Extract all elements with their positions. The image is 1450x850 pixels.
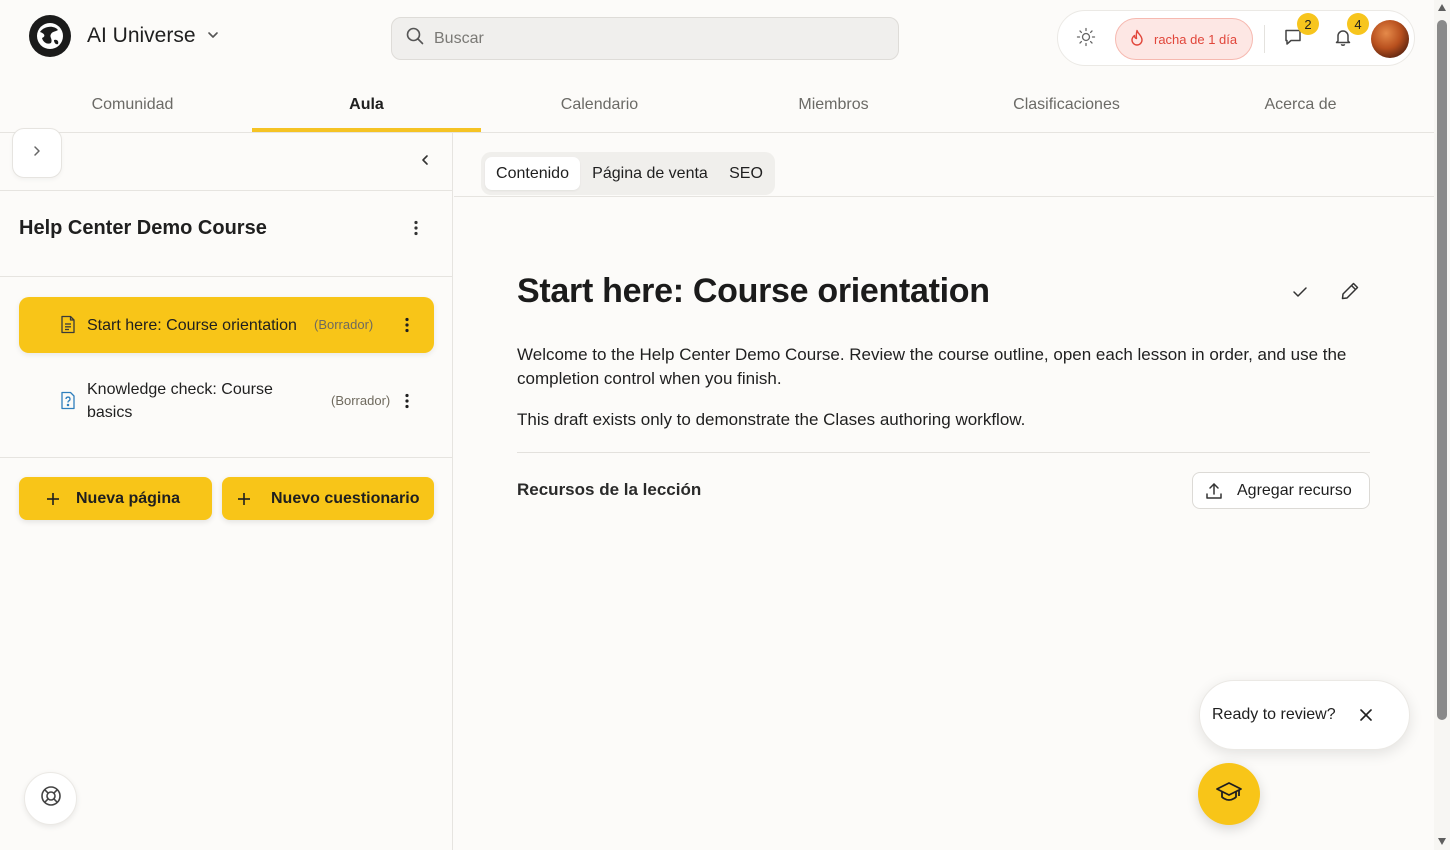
pencil-icon — [1340, 281, 1360, 306]
chat-button[interactable]: 2 — [1281, 13, 1319, 51]
check-icon — [1292, 285, 1308, 304]
page-scrollbar[interactable] — [1434, 0, 1450, 850]
lesson-status: (Borrador) — [331, 393, 391, 408]
user-avatar[interactable] — [1371, 20, 1409, 58]
lesson-item-knowledge-check[interactable]: Knowledge check: Course basics (Borrador… — [19, 365, 434, 437]
classroom-fab-button[interactable] — [1198, 763, 1260, 825]
lesson-item-course-orientation[interactable]: Start here: Course orientation (Borrador… — [19, 297, 434, 353]
close-icon[interactable] — [1358, 707, 1374, 723]
upload-icon — [1205, 482, 1223, 500]
notifications-button[interactable]: 4 — [1331, 13, 1369, 51]
plus-icon — [46, 492, 60, 506]
streak-label: racha de 1 día — [1154, 31, 1238, 47]
chevron-down-icon — [206, 28, 220, 47]
theme-toggle-button[interactable] — [1075, 27, 1097, 52]
new-quiz-label: Nuevo cuestionario — [271, 489, 420, 507]
nav-tab-calendario[interactable]: Calendario — [483, 76, 716, 133]
lesson-title: Start here: Course orientation — [87, 317, 297, 334]
divider — [0, 276, 453, 277]
new-quiz-button[interactable]: Nuevo cuestionario — [222, 477, 434, 520]
flame-icon — [1129, 29, 1145, 50]
course-sidebar: Help Center Demo Course Start here: Cour… — [0, 128, 453, 850]
lesson-heading: Start here: Course orientation — [517, 272, 990, 310]
lesson-options-button[interactable] — [399, 390, 415, 412]
top-header: AI Universe rach — [0, 0, 1434, 76]
lesson-options-button[interactable] — [399, 314, 415, 336]
tab-seo[interactable]: SEO — [721, 157, 771, 190]
sun-icon — [1076, 27, 1096, 52]
divider — [0, 190, 453, 191]
edit-lesson-button[interactable] — [1338, 281, 1362, 305]
notifications-badge: 4 — [1347, 13, 1369, 35]
mark-complete-button[interactable] — [1288, 282, 1312, 306]
quiz-icon — [60, 391, 76, 410]
graduation-cap-icon — [1215, 780, 1243, 809]
active-tab-indicator — [252, 128, 481, 132]
new-page-button[interactable]: Nueva página — [19, 477, 212, 520]
tab-pagina-de-venta[interactable]: Página de venta — [583, 157, 717, 190]
lesson-resources-title: Recursos de la lección — [517, 480, 702, 499]
course-title: Help Center Demo Course — [19, 217, 267, 239]
content-tabs: Contenido Página de venta SEO — [481, 152, 775, 195]
expand-sidebar-button[interactable] — [12, 128, 62, 178]
add-resource-label: Agregar recurso — [1237, 481, 1352, 499]
scrollbar-thumb[interactable] — [1437, 20, 1447, 720]
divider — [0, 457, 453, 458]
course-options-button[interactable] — [405, 218, 427, 242]
community-logo — [29, 15, 71, 57]
add-resource-button[interactable]: Agregar recurso — [1192, 472, 1370, 509]
search-input[interactable] — [434, 29, 874, 48]
nav-tab-acerca-de[interactable]: Acerca de — [1184, 76, 1417, 133]
streak-button[interactable]: racha de 1 día — [1115, 18, 1253, 60]
review-prompt-text: Ready to review? — [1212, 706, 1336, 723]
nav-tab-comunidad[interactable]: Comunidad — [16, 76, 249, 133]
lesson-title: Knowledge check: Course basics — [87, 378, 317, 424]
search-icon — [405, 26, 425, 51]
scroll-down-arrow[interactable] — [1438, 838, 1446, 845]
main-nav: Comunidad Aula Calendario Miembros Clasi… — [0, 76, 1434, 133]
header-actions: racha de 1 día 2 4 — [1057, 10, 1415, 66]
lesson-body-paragraph: Welcome to the Help Center Demo Course. … — [517, 345, 1347, 388]
plus-icon — [237, 492, 251, 506]
page-icon — [60, 315, 76, 334]
lesson-title-line-1: Knowledge check: Course — [87, 381, 273, 398]
collapse-sidebar-button[interactable] — [414, 151, 436, 173]
lesson-status: (Borrador) — [314, 317, 374, 332]
community-name: AI Universe — [87, 24, 196, 47]
community-switcher[interactable]: AI Universe — [29, 15, 220, 57]
lesson-body-paragraph: This draft exists only to demonstrate th… — [517, 410, 1026, 429]
lifebuoy-icon — [40, 785, 62, 812]
chevron-right-icon — [30, 144, 44, 163]
chat-badge: 2 — [1297, 13, 1319, 35]
chevron-left-icon — [418, 153, 432, 172]
review-prompt: Ready to review? — [1199, 680, 1410, 750]
divider — [454, 196, 1434, 197]
scroll-up-arrow[interactable] — [1438, 4, 1446, 11]
lesson-title-line-2: basics — [87, 404, 133, 421]
header-divider — [1264, 25, 1265, 53]
nav-tab-aula[interactable]: Aula — [250, 76, 483, 133]
divider — [517, 452, 1370, 453]
nav-tab-clasificaciones[interactable]: Clasificaciones — [950, 76, 1183, 133]
nav-tab-miembros[interactable]: Miembros — [717, 76, 950, 133]
tab-contenido[interactable]: Contenido — [485, 157, 580, 190]
more-vertical-icon — [414, 220, 418, 241]
help-button[interactable] — [24, 772, 77, 825]
new-page-label: Nueva página — [76, 489, 181, 507]
search-bar — [391, 17, 899, 60]
